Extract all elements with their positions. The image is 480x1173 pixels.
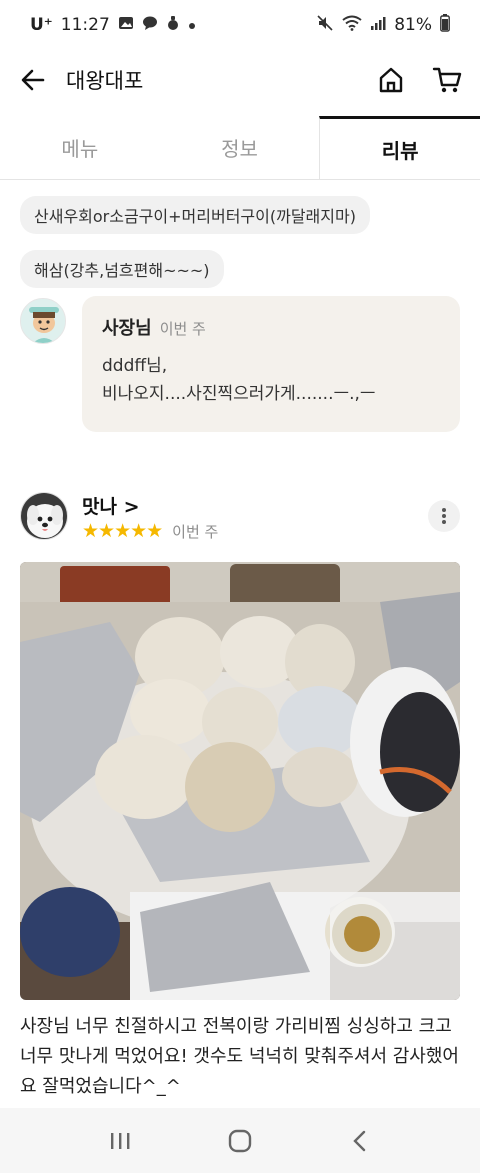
cart-icon[interactable] [432, 65, 462, 95]
app-bar-actions [376, 65, 462, 95]
star-rating: ★★★★★ [82, 520, 163, 542]
tab-menu[interactable]: 메뉴 [0, 116, 160, 179]
reviewer-avatar[interactable] [20, 492, 68, 540]
reviewer-name[interactable]: 맛나 > [82, 492, 140, 519]
app-bar: 대왕대포 [0, 50, 480, 110]
reply-time: 이번 주 [159, 320, 206, 338]
battery-level: 81% [394, 15, 432, 35]
wifi-icon [342, 15, 362, 36]
back-nav-icon[interactable] [335, 1121, 385, 1161]
home-nav-icon[interactable] [215, 1121, 265, 1161]
tab-info[interactable]: 정보 [160, 116, 320, 179]
battery-icon [440, 13, 450, 37]
more-options-icon[interactable] [428, 500, 460, 532]
app-notification-icon [166, 15, 180, 35]
carrier-label: U⁺ [30, 15, 53, 35]
more-notifications-dot-icon [188, 15, 196, 35]
review-text: 사장님 너무 친절하시고 전복이랑 가리비찜 싱싱하고 크고 너무 맛나게 먹었… [20, 1016, 459, 1097]
reply-bubble: 사장님 이번 주 dddff님, 비나오지....사진찍으러가게.......ㅡ… [82, 296, 460, 432]
clock: 11:27 [60, 15, 110, 35]
signal-icon [370, 15, 386, 36]
page-title: 대왕대포 [66, 69, 144, 93]
chat-notification-icon [142, 15, 158, 35]
owner-name: 사장님 [102, 318, 152, 339]
tab-reviews[interactable]: 리뷰 [319, 116, 480, 179]
system-nav-bar [0, 1108, 480, 1173]
mute-icon [316, 14, 334, 37]
status-left: U⁺ 11:27 [30, 15, 196, 35]
reply-header: 사장님 이번 주 [102, 314, 440, 340]
recent-apps-icon[interactable] [95, 1121, 145, 1161]
gallery-notification-icon [118, 15, 134, 35]
ordered-items: 산새우회or소금구이+머리버터구이(까달래지마) 해삼(강추,넘흐편해~~~) [20, 196, 460, 304]
status-bar: U⁺ 11:27 81% [0, 0, 480, 50]
rating-row: ★★★★★ 이번 주 [82, 520, 218, 542]
review-time: 이번 주 [172, 522, 219, 541]
status-right: 81% [316, 13, 450, 37]
home-icon[interactable] [376, 65, 406, 95]
reply-text: dddff님, 비나오지....사진찍으러가게.......ㅡ.,ㅡ [102, 356, 376, 404]
ordered-item-chip: 해삼(강추,넘흐편해~~~) [20, 250, 224, 288]
owner-reply: 사장님 이번 주 dddff님, 비나오지....사진찍으러가게.......ㅡ… [20, 296, 460, 436]
owner-avatar [20, 298, 66, 344]
tab-bar: 메뉴 정보 리뷰 [0, 116, 480, 180]
back-arrow-icon[interactable] [18, 65, 48, 95]
review-photo[interactable] [20, 562, 460, 1000]
ordered-item-chip: 산새우회or소금구이+머리버터구이(까달래지마) [20, 196, 370, 234]
